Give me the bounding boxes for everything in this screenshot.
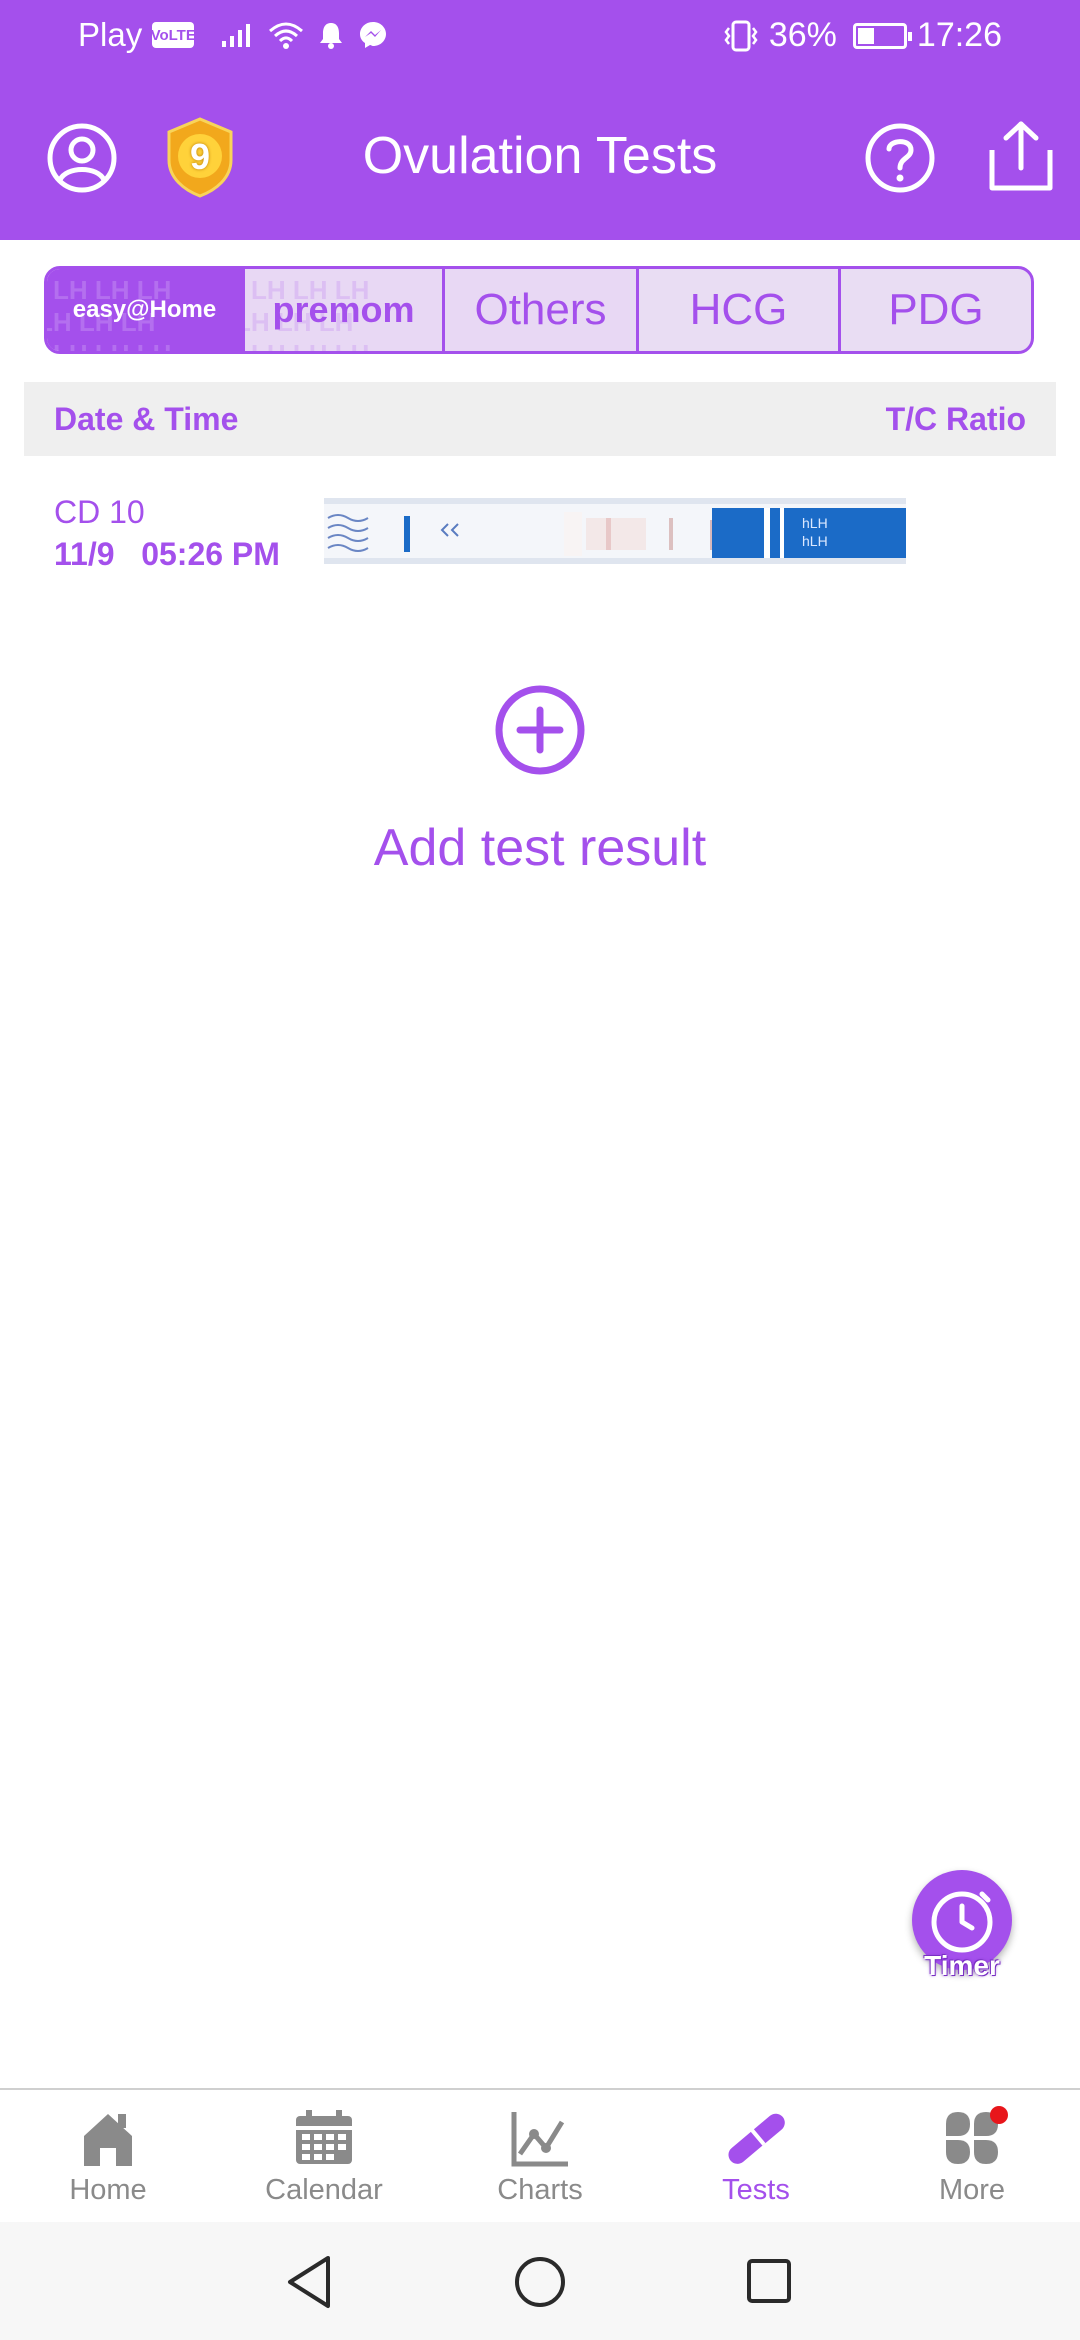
nav-home-label: Home [69, 2174, 147, 2206]
bottom-navigation: Home Calendar Charts Tests More [0, 2088, 1080, 2222]
nav-tests[interactable]: Tests [648, 2090, 864, 2222]
signal-icon [222, 24, 251, 47]
timer-label: Timer [924, 1950, 1000, 1981]
system-navigation-bar [0, 2222, 1080, 2340]
tab-pdg-label: PDG [888, 285, 984, 334]
tab-others[interactable]: Others [445, 269, 639, 351]
test-strip-icon [728, 2113, 785, 2164]
home-icon [84, 2114, 132, 2166]
vibrate-icon [724, 20, 758, 51]
tab-easy-home[interactable]: LH LH LH LH LH LH LH LH LH easy@Home [47, 269, 245, 351]
add-test-result-button[interactable]: Add test result [0, 818, 1080, 878]
status-bar: Play VoLTE 36% 17:26 [0, 0, 1080, 72]
nav-calendar[interactable]: Calendar [216, 2090, 432, 2222]
tab-hcg-label: HCG [689, 285, 788, 334]
tab-premom[interactable]: LH LH LH LH LH LH LH LH LH premom [245, 269, 445, 351]
notification-dot [990, 2106, 1008, 2124]
add-test-icon[interactable] [494, 684, 586, 776]
nav-home[interactable]: Home [0, 2090, 216, 2222]
tab-others-label: Others [474, 285, 607, 334]
back-icon[interactable] [284, 2254, 336, 2310]
strip-label-2: hLH [802, 533, 828, 549]
test-datetime: 11/9 05:26 PM [54, 536, 280, 572]
calendar-icon [296, 2110, 352, 2164]
home-circle-icon[interactable] [514, 2256, 566, 2308]
cycle-day-label: CD 10 [54, 494, 145, 530]
date-time-column-header: Date & Time [54, 400, 239, 437]
nav-charts-label: Charts [497, 2174, 583, 2206]
battery-level [857, 27, 874, 44]
help-icon[interactable] [864, 122, 936, 194]
status-bar-left: Play VoLTE [78, 16, 388, 54]
tab-pdg[interactable]: PDG [841, 269, 1031, 351]
wifi-icon [269, 22, 304, 49]
nav-calendar-label: Calendar [265, 2174, 383, 2206]
svg-text:LH LH LH: LH LH LH [251, 339, 369, 354]
nav-charts[interactable]: Charts [432, 2090, 648, 2222]
test-result-row[interactable]: CD 10 11/9 05:26 PM hLH hLH [24, 478, 1056, 598]
svg-text:LH LH LH: LH LH LH [53, 339, 171, 354]
nav-more[interactable]: More [864, 2090, 1080, 2222]
status-icons [220, 20, 388, 50]
status-bar-right: 36% 17:26 [723, 16, 1002, 55]
recent-apps-icon[interactable] [746, 2258, 792, 2304]
chart-line-icon [511, 2112, 568, 2167]
ratio-column-header: T/C Ratio [885, 400, 1026, 437]
battery-percent: 36% [768, 16, 837, 54]
app-bar: 9 Ovulation Tests [0, 72, 1080, 240]
carrier-name: Play [78, 16, 143, 53]
share-icon[interactable] [986, 120, 1056, 194]
brand-tab-bar: LH LH LH LH LH LH LH LH LH easy@Home LH … [44, 266, 1034, 354]
volte-badge: VoLTE [151, 22, 196, 48]
easy-home-logo: easy@Home [72, 296, 217, 323]
messenger-icon [360, 22, 387, 48]
tab-hcg[interactable]: HCG [639, 269, 841, 351]
nav-more-label: More [938, 2174, 1006, 2206]
nav-tests-label: Tests [722, 2174, 790, 2206]
premom-logo: premom [272, 289, 415, 330]
clock: 17:26 [916, 16, 1002, 54]
strip-label-1: hLH [802, 515, 828, 531]
test-strip-image[interactable]: hLH hLH [324, 498, 906, 564]
results-table-header: Date & Time T/C Ratio [24, 382, 1056, 456]
battery-icon [852, 22, 912, 49]
bell-icon [320, 23, 343, 49]
